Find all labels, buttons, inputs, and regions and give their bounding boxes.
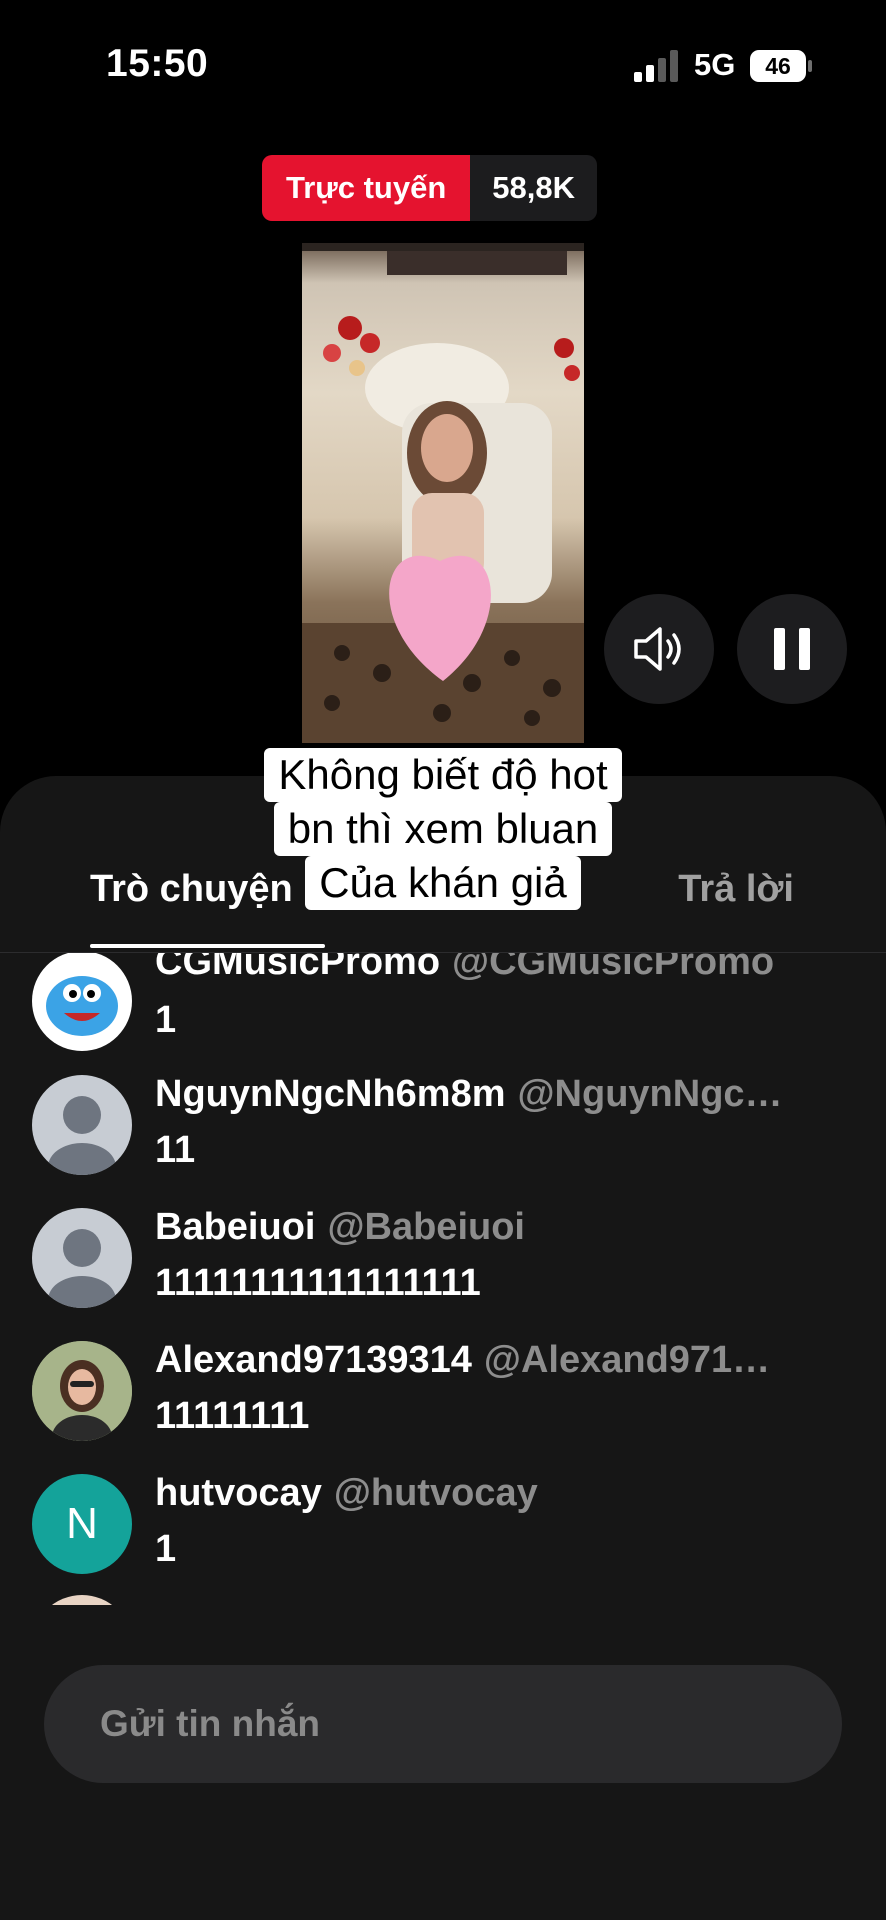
caption-line: Của khán giả	[305, 856, 581, 910]
photo-avatar[interactable]	[32, 1341, 132, 1441]
list-item[interactable]: Babeiuoi @Babeiuoi 11111111111111111	[0, 1194, 886, 1314]
live-badge: Trực tuyến 58,8K	[262, 155, 598, 221]
live-label: Trực tuyến	[262, 155, 471, 221]
tab-indicator	[90, 944, 325, 948]
username[interactable]: Alexand97139314	[155, 1339, 472, 1381]
volume-button[interactable]	[604, 594, 714, 704]
message-placeholder: Gửi tin nhắn	[100, 1703, 320, 1744]
username[interactable]: NguynNgcNh6m8m	[155, 1073, 506, 1115]
letter-avatar[interactable]: N	[32, 1474, 132, 1574]
message-input[interactable]: Gửi tin nhắn	[44, 1665, 842, 1783]
user-handle[interactable]: @Babeiuoi	[327, 1206, 525, 1248]
list-item[interactable]: CGMusicPromo @CGMusicPromo 1	[0, 953, 886, 1061]
status-bar: 15:50 5G 46	[0, 0, 886, 130]
list-item[interactable]: Alexand97139314 @Alexand971… 11111111	[0, 1327, 886, 1447]
pause-icon	[774, 628, 810, 670]
username[interactable]: CGMusicPromo	[155, 953, 440, 983]
avatar-initial: N	[66, 1499, 98, 1548]
list-item[interactable]: N hutvocay @hutvocay 1	[0, 1460, 886, 1580]
list-item[interactable]	[0, 1593, 886, 1605]
default-avatar[interactable]	[32, 1208, 132, 1308]
user-handle[interactable]: @NguynNgc…	[518, 1073, 783, 1115]
viewer-count: 58,8K	[470, 155, 598, 221]
username[interactable]: Babeiuoi	[155, 1206, 315, 1248]
caption-overlay: Không biết độ hot bn thì xem bluan Của k…	[0, 748, 886, 910]
partial-avatar[interactable]	[32, 1595, 132, 1605]
caption-line: bn thì xem bluan	[273, 802, 613, 856]
status-time: 15:50	[106, 42, 209, 85]
chat-list[interactable]: CGMusicPromo @CGMusicPromo 1 NguynNgcNh6m…	[0, 953, 886, 1605]
message-text: 11	[155, 1129, 196, 1171]
user-handle[interactable]: @CGMusicPromo	[452, 953, 774, 983]
signal-icon	[634, 50, 678, 82]
message-text: 11111111	[155, 1395, 310, 1437]
default-avatar[interactable]	[32, 1075, 132, 1175]
caption-line: Không biết độ hot	[264, 748, 622, 802]
user-handle[interactable]: @Alexand971…	[484, 1339, 770, 1381]
message-text: 11111111111111111	[155, 1262, 481, 1304]
video-frame	[302, 243, 584, 743]
list-item[interactable]: NguynNgcNh6m8m @NguynNgc… 11	[0, 1061, 886, 1181]
speaker-icon	[634, 627, 681, 671]
message-text: 1	[155, 1528, 177, 1570]
monster-avatar[interactable]	[32, 953, 132, 1051]
pause-button[interactable]	[737, 594, 847, 704]
battery-icon: 46	[750, 50, 812, 82]
battery-level: 46	[750, 50, 806, 82]
network-type: 5G	[694, 47, 736, 82]
user-handle[interactable]: @hutvocay	[334, 1472, 538, 1514]
message-text: 1	[155, 999, 177, 1041]
live-video[interactable]	[302, 243, 584, 743]
username[interactable]: hutvocay	[155, 1472, 322, 1514]
